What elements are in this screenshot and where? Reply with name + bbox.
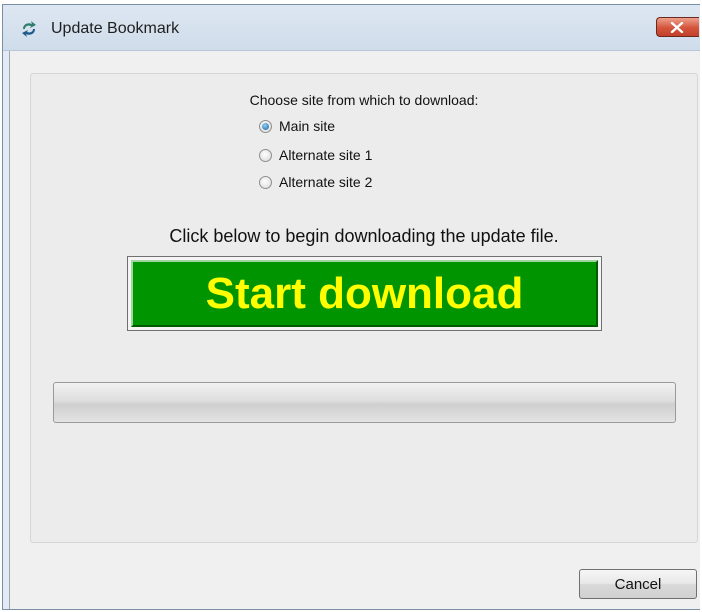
download-panel: Choose site from which to download: Main… [30, 73, 698, 543]
update-bookmark-dialog: Update Bookmark Choose site from which t… [2, 4, 700, 610]
radio-button[interactable] [259, 175, 272, 189]
close-button[interactable] [656, 17, 699, 37]
window-title: Update Bookmark [51, 20, 180, 37]
radio-label: Alternate site 2 [279, 174, 373, 190]
cancel-button[interactable]: Cancel [579, 569, 697, 599]
choose-site-label: Choose site from which to download: [249, 92, 479, 108]
radio-main-site[interactable]: Main site [259, 116, 335, 136]
dialog-body: Choose site from which to download: Main… [9, 51, 700, 609]
radio-button[interactable] [259, 148, 272, 162]
radio-label: Alternate site 1 [279, 147, 373, 163]
radio-alternate-site-1[interactable]: Alternate site 1 [259, 145, 372, 165]
radio-label: Main site [279, 118, 336, 134]
start-download-label: Start download [131, 260, 598, 327]
download-progress-bar [53, 382, 676, 423]
radio-button[interactable] [259, 119, 272, 133]
start-download-button[interactable]: Start download [127, 256, 602, 331]
bookmark-update-icon [22, 21, 36, 37]
title-bar[interactable]: Update Bookmark [3, 5, 700, 51]
close-icon [670, 22, 684, 33]
download-instruction: Click below to begin downloading the upd… [169, 226, 559, 246]
radio-alternate-site-2[interactable]: Alternate site 2 [259, 172, 372, 192]
